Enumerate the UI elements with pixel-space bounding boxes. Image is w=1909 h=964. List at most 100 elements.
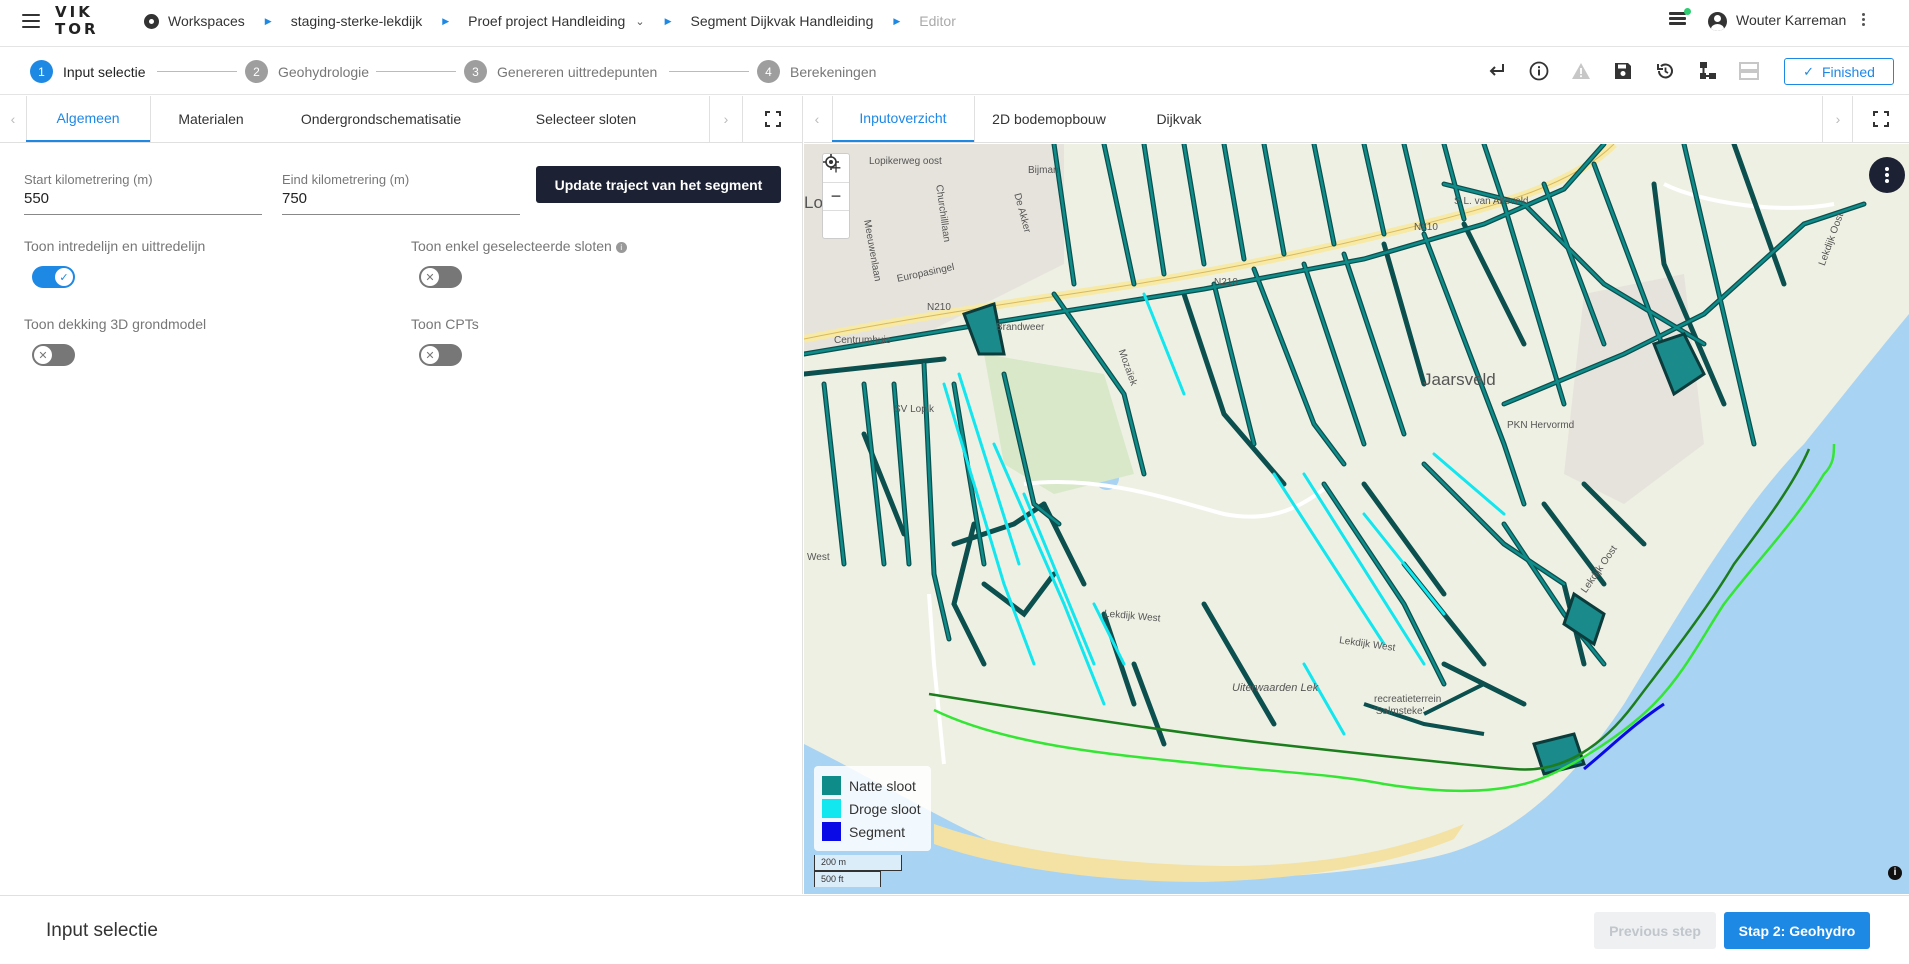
step-number: 4 (757, 60, 780, 83)
step-label: Input selectie (63, 63, 146, 80)
toggle-enkel-geselecteerde-sloten[interactable]: ✕ (419, 266, 462, 288)
breadcrumb-label: staging-sterke-lekdijk (290, 13, 423, 29)
tab-scroll-left-icon[interactable]: ‹ (0, 96, 26, 142)
user-name[interactable]: Wouter Karreman (1736, 12, 1846, 28)
next-step-button[interactable]: Stap 2: Geohydro (1724, 912, 1870, 949)
step-berekeningen[interactable]: 4 Berekeningen (757, 60, 876, 83)
status-dot (1684, 8, 1691, 15)
tab-label: Inputoverzicht (859, 110, 947, 126)
step-genereren-uittredepunten[interactable]: 3 Genereren uittredepunten (464, 60, 657, 83)
chevron-down-icon[interactable]: ⌄ (635, 15, 644, 28)
map-legend: Natte sloot Droge sloot Segment (814, 766, 931, 851)
natte-sloot-area (1562, 591, 1606, 647)
tab-scroll-left-icon[interactable]: ‹ (804, 96, 830, 142)
step-label: Genereren uittredepunten (497, 63, 658, 80)
tab-label: Materialen (178, 111, 244, 127)
step-geohydrologie[interactable]: 2 Geohydrologie (245, 60, 369, 83)
map-options-button[interactable] (1869, 157, 1905, 193)
locate-icon (823, 154, 839, 170)
hierarchy-icon[interactable] (1696, 60, 1718, 82)
breadcrumb-separator-icon: ▶ (264, 15, 272, 26)
step-input-selectie[interactable]: 1 Input selectie (30, 60, 146, 83)
warning-icon (1570, 60, 1592, 82)
tab-materialen[interactable]: Materialen (150, 96, 272, 142)
map-label: N210 (927, 302, 951, 313)
return-icon[interactable] (1486, 60, 1508, 82)
right-tab-bar: ‹ Inputoverzicht 2D bodemopbouw Dijkvak … (804, 96, 1909, 143)
locate-button[interactable] (823, 154, 849, 238)
finished-label: Finished (1821, 63, 1875, 80)
step-number: 2 (245, 60, 268, 83)
map-view[interactable]: Lopikerweg oost Bijman De Akker Lopik Ch… (804, 144, 1909, 894)
eind-kilometrering-field[interactable]: Eind kilometrering (m) 750 (282, 172, 520, 215)
save-icon[interactable] (1612, 60, 1634, 82)
viktor-logo[interactable]: VIK TOR (55, 4, 99, 42)
map-label: N210 (1214, 277, 1238, 288)
toggle-label-row: Toon enkel geselecteerde sloten i (411, 238, 627, 254)
tab-dijkvak[interactable]: Dijkvak (1124, 96, 1234, 142)
update-traject-button[interactable]: Update traject van het segment (536, 166, 781, 203)
step-label: Berekeningen (790, 63, 877, 80)
breadcrumb-workspace[interactable]: staging-sterke-lekdijk (291, 13, 423, 29)
tab-scroll-right-icon[interactable]: › (1825, 96, 1851, 142)
step-connector (376, 71, 456, 72)
map-scale: 200 m 500 ft (814, 855, 902, 887)
map-label: Bijman (1028, 165, 1059, 176)
breadcrumb-workspaces[interactable]: Workspaces (144, 13, 245, 29)
hamburger-menu-icon[interactable] (22, 14, 40, 30)
step-label: Geohydrologie (278, 63, 370, 80)
stack-icon[interactable] (1669, 12, 1686, 29)
info-icon[interactable]: i (615, 241, 627, 253)
tab-divider (709, 96, 710, 142)
toggle-intredelijn-uittredelijn[interactable]: ✓ (32, 266, 75, 288)
step-number: 1 (30, 60, 53, 83)
toggle-check-icon: ✓ (55, 268, 73, 286)
zoom-control: + − (822, 153, 850, 239)
toggle-label: Toon dekking 3D grondmodel (24, 316, 207, 332)
toggle-dekking-3d-grondmodel[interactable]: ✕ (32, 344, 75, 366)
tab-scroll-right-icon[interactable]: › (713, 96, 739, 142)
legend-item: Droge sloot (822, 797, 923, 820)
map-canvas[interactable] (804, 144, 1909, 894)
legend-swatch (822, 799, 841, 818)
field-value[interactable]: 750 (282, 190, 520, 215)
legend-swatch (822, 776, 841, 795)
legend-item: Natte sloot (822, 774, 923, 797)
tab-divider (742, 96, 743, 142)
map-label: PKN Hervormd (1507, 420, 1575, 431)
left-tab-bar: ‹ Algemeen Materialen Ondergrondschemati… (0, 96, 803, 143)
tab-label: Selecteer sloten (535, 111, 637, 127)
info-icon[interactable] (1528, 60, 1550, 82)
breadcrumb-editor: Editor (919, 13, 956, 29)
finished-button[interactable]: ✓ Finished (1784, 58, 1894, 85)
legend-item: Segment (822, 820, 923, 843)
toggle-label: Toon CPTs (411, 316, 479, 332)
top-bar: VIK TOR Workspaces ▶ staging-sterke-lekd… (0, 0, 1909, 47)
breadcrumb-project[interactable]: Proef project Handleiding ⌄ (468, 13, 644, 29)
breadcrumb-separator-icon: ▶ (664, 15, 672, 26)
map-label: Centrumhuis (834, 335, 891, 346)
map-attribution-info-icon[interactable]: i (1888, 866, 1902, 880)
toggle-cpts[interactable]: ✕ (419, 344, 462, 366)
zoom-out-button[interactable]: − (823, 182, 849, 210)
tab-ondergrondschematisatie[interactable]: Ondergrondschematisatie (272, 96, 490, 142)
fullscreen-icon[interactable] (1873, 111, 1889, 127)
left-panel: ‹ Algemeen Materialen Ondergrondschemati… (0, 96, 803, 894)
history-icon[interactable] (1654, 60, 1676, 82)
breadcrumb-separator-icon: ▶ (893, 15, 901, 26)
field-label: Eind kilometrering (m) (282, 172, 410, 187)
layout-icon (1738, 60, 1760, 82)
fullscreen-icon[interactable] (765, 111, 781, 127)
tab-2d-bodemopbouw[interactable]: 2D bodemopbouw (974, 96, 1124, 142)
field-value[interactable]: 550 (24, 190, 262, 215)
tab-selecteer-sloten[interactable]: Selecteer sloten (490, 96, 682, 142)
toggle-label: Toon enkel geselecteerde sloten (411, 238, 612, 254)
breadcrumb-segment[interactable]: Segment Dijkvak Handleiding (690, 13, 873, 29)
tab-algemeen[interactable]: Algemeen (26, 96, 150, 142)
check-icon: ✓ (1803, 63, 1814, 79)
map-label: SV Lopik (894, 404, 935, 415)
start-kilometrering-field[interactable]: Start kilometrering (m) 550 (24, 172, 262, 215)
tab-inputoverzicht[interactable]: Inputoverzicht (832, 96, 974, 142)
user-avatar-icon[interactable] (1708, 12, 1727, 31)
more-vertical-icon[interactable] (1862, 13, 1866, 28)
